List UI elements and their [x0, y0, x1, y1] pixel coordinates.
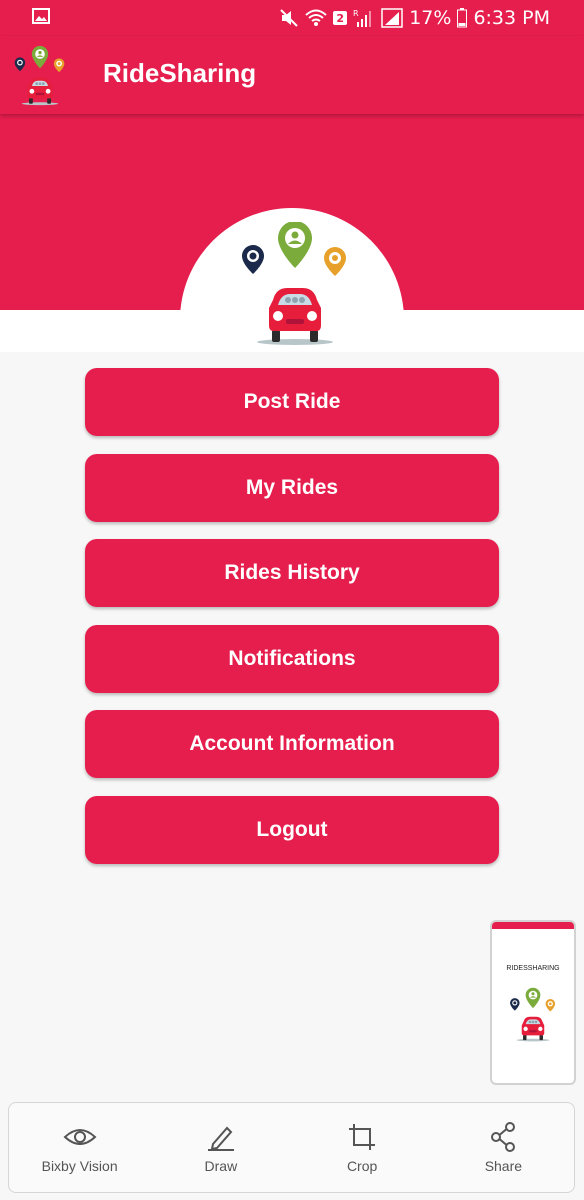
- clock: 6:33 PM: [473, 7, 550, 29]
- crop-button[interactable]: Crop: [292, 1103, 433, 1192]
- mute-icon: [280, 9, 298, 27]
- account-information-button[interactable]: Account Information: [85, 710, 499, 778]
- share-button[interactable]: Share: [433, 1103, 574, 1192]
- ridesharing-hero-logo: [242, 222, 346, 345]
- battery-percent: 17%: [409, 7, 452, 29]
- share-icon: [491, 1121, 516, 1152]
- logout-button[interactable]: Logout: [85, 795, 499, 864]
- svg-text:R: R: [353, 9, 359, 18]
- eye-icon: [63, 1128, 97, 1145]
- draw-label: Draw: [204, 1157, 238, 1174]
- rides-history-button[interactable]: Rides History: [85, 539, 499, 607]
- app-title: RideSharing: [103, 58, 257, 88]
- app-bar: RideSharing: [0, 36, 584, 114]
- draw-button[interactable]: Draw: [150, 1103, 291, 1192]
- crop-icon: [349, 1123, 376, 1150]
- status-bar: 2 R 17% 6:33 PM: [0, 0, 584, 36]
- pencil-icon: [207, 1126, 234, 1151]
- screenshot-thumbnail[interactable]: RIDESSHARING: [490, 920, 576, 1085]
- thumbnail-title: RIDESSHARING: [506, 965, 560, 972]
- wifi-icon: [305, 9, 327, 26]
- ridesharing-logo: [14, 45, 65, 106]
- signal-roaming-icon: R: [353, 9, 372, 27]
- main-menu: Post Ride My Rides Rides History Notific…: [85, 368, 499, 881]
- sim-badge: 2: [333, 11, 348, 25]
- battery-icon: [457, 8, 468, 28]
- screenshot-toolbar: Bixby Vision Draw Crop Share: [8, 1102, 575, 1193]
- bixby-vision-label: Bixby Vision: [41, 1157, 118, 1174]
- crop-label: Crop: [346, 1157, 378, 1174]
- thumbnail-logo: [510, 987, 556, 1042]
- my-rides-button[interactable]: My Rides: [85, 453, 499, 522]
- signal-icon: [381, 8, 403, 28]
- gallery-notification-icon: [32, 8, 50, 24]
- post-ride-button[interactable]: Post Ride: [85, 368, 499, 436]
- notifications-button[interactable]: Notifications: [85, 624, 499, 693]
- share-label: Share: [484, 1157, 523, 1174]
- thumbnail-status-bar: [492, 922, 574, 929]
- bixby-vision-button[interactable]: Bixby Vision: [9, 1103, 150, 1192]
